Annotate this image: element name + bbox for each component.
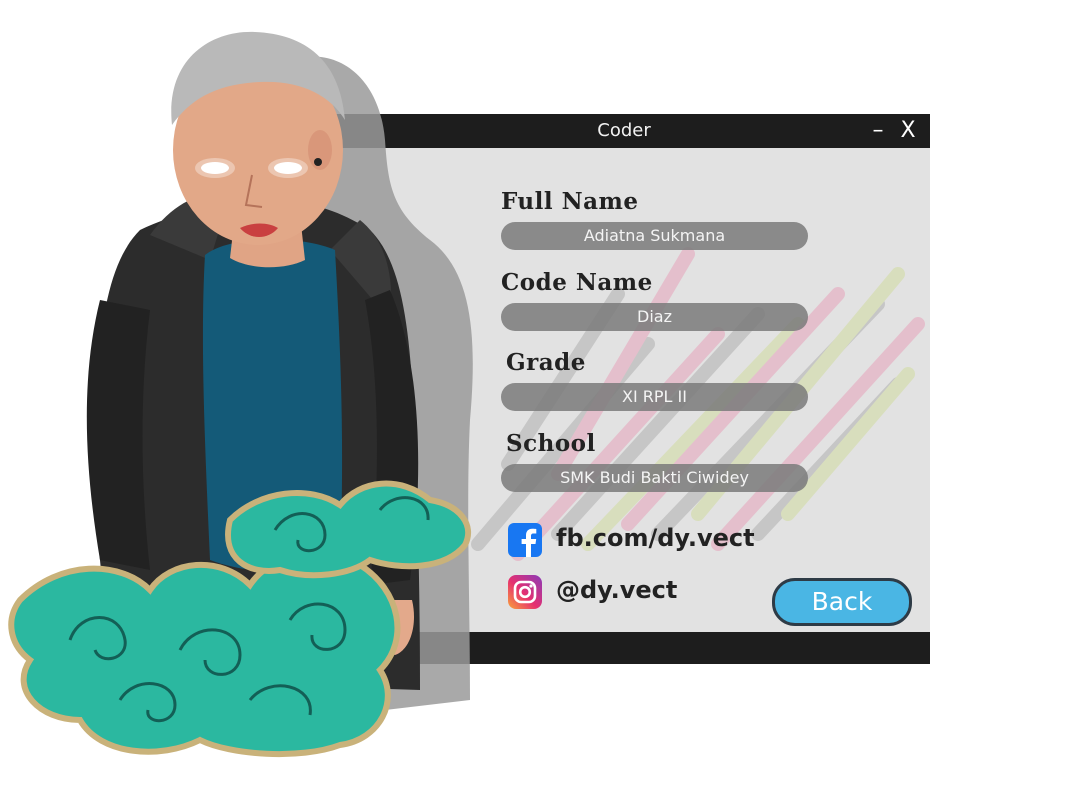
coder-window: Coder – X Full Name Adiatna Sukmana Code… bbox=[318, 114, 930, 664]
facebook-link[interactable]: fb.com/dy.vect bbox=[556, 524, 755, 552]
title-bar[interactable]: Coder – X bbox=[318, 114, 930, 148]
grade-field: XI RPL II bbox=[501, 383, 808, 411]
code-name-value: Diaz bbox=[637, 307, 672, 326]
full-name-field: Adiatna Sukmana bbox=[501, 222, 808, 250]
code-name-label: Code Name bbox=[501, 269, 653, 296]
minimize-button[interactable]: – bbox=[866, 114, 890, 148]
instagram-icon[interactable] bbox=[508, 575, 542, 609]
school-label: School bbox=[506, 430, 596, 457]
bottom-bar bbox=[318, 632, 930, 664]
back-button[interactable]: Back bbox=[772, 578, 912, 626]
code-name-field: Diaz bbox=[501, 303, 808, 331]
window-title: Coder bbox=[597, 120, 651, 141]
facebook-icon[interactable] bbox=[508, 523, 542, 557]
grade-label: Grade bbox=[506, 349, 586, 376]
close-button[interactable]: X bbox=[896, 114, 920, 148]
full-name-label: Full Name bbox=[501, 188, 639, 215]
instagram-link[interactable]: @dy.vect bbox=[556, 576, 677, 604]
school-field: SMK Budi Bakti Ciwidey bbox=[501, 464, 808, 492]
